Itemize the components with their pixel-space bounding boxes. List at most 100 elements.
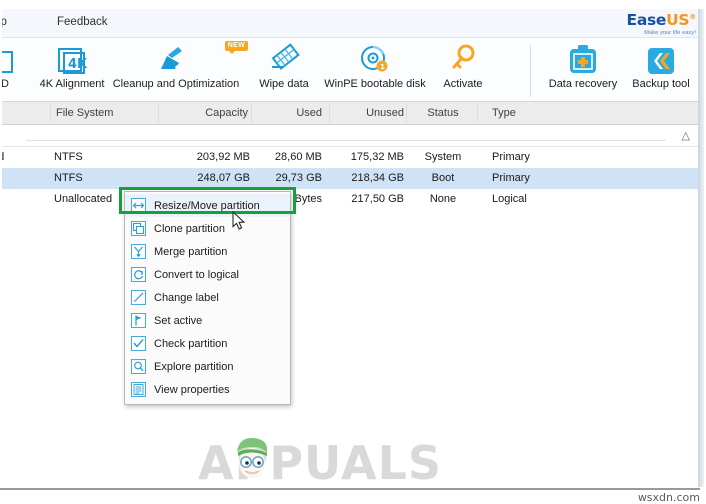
- partition-table: File System Capacity Used Unused Status …: [0, 102, 702, 496]
- ribbon-toolbar: D 4K 4K Alignment NEW Cleanup and Optimi…: [0, 38, 702, 102]
- column-header-type[interactable]: Type: [492, 107, 516, 119]
- cell-type: Primary: [492, 172, 530, 184]
- cell-status: System: [424, 151, 462, 163]
- toolbar-item-winpe-bootable-disk[interactable]: 1 WinPE bootable disk: [320, 42, 430, 100]
- menu-bar: lp Feedback EaseUS® Make your life easy!: [0, 4, 702, 38]
- context-menu-item-clone-partition[interactable]: Clone partition: [125, 217, 290, 240]
- context-menu-item-explore-partition[interactable]: Explore partition: [125, 355, 290, 378]
- window-right-edge: [698, 9, 704, 487]
- context-menu-label: Merge partition: [154, 245, 228, 258]
- toolbar-item-activate[interactable]: Activate: [432, 42, 494, 100]
- backup-arrow-icon: [622, 42, 700, 76]
- new-badge: NEW: [224, 41, 248, 54]
- cell-unused: 217,50 GB: [351, 193, 404, 205]
- logo-registered-mark: ®: [689, 12, 696, 21]
- group-divider-line: [26, 140, 666, 141]
- column-header-file-system[interactable]: File System: [56, 107, 113, 119]
- bootable-disc-icon: 1: [320, 42, 430, 76]
- table-row[interactable]: NTFS 248,07 GB 29,73 GB 218,34 GB Boot P…: [2, 168, 702, 189]
- cell-type: Logical: [492, 193, 527, 205]
- cell-capacity: 203,92 MB: [196, 151, 250, 163]
- magnifier-icon: [131, 359, 146, 374]
- column-header-used[interactable]: Used: [260, 107, 322, 119]
- partition-context-menu: Resize/Move partition Clone partition Me…: [124, 191, 291, 405]
- table-header-row: File System Capacity Used Unused Status …: [2, 102, 702, 125]
- cell-unused: 175,32 MB: [350, 151, 404, 163]
- toolbar-label-4k-alignment: 4K Alignment: [39, 78, 105, 90]
- cell-status: Boot: [431, 172, 455, 184]
- context-menu-item-check-partition[interactable]: Check partition: [125, 332, 290, 355]
- context-menu-item-change-label[interactable]: Change label: [125, 286, 290, 309]
- wipe-eraser-icon: [248, 42, 320, 76]
- toolbar-divider: [530, 45, 531, 97]
- toolbar-label-cleanup-optimization: Cleanup and Optimization: [112, 78, 240, 90]
- svg-text:1: 1: [380, 63, 385, 71]
- merge-arrow-icon: [131, 244, 146, 259]
- cell-file-system: Unallocated: [54, 193, 113, 205]
- context-menu-label: Check partition: [154, 337, 228, 350]
- toolbar-label-winpe-bootable-disk: WinPE bootable disk: [324, 78, 426, 90]
- toolbar-item-4k-alignment[interactable]: 4K 4K Alignment: [26, 42, 118, 100]
- resize-arrows-icon: [131, 198, 146, 213]
- cell-type: Primary: [492, 151, 530, 163]
- cleanup-broom-icon: NEW: [108, 41, 248, 76]
- toolbar-item-backup-tool[interactable]: Backup tool: [622, 42, 700, 100]
- context-menu-item-resize-move-partition[interactable]: Resize/Move partition: [125, 194, 290, 217]
- table-row[interactable]: Unallocated 217,50 GB 0 Bytes 217,50 GB …: [2, 189, 702, 210]
- table-row[interactable]: ed NTFS 203,92 MB 28,60 MB 175,32 MB Sys…: [0, 147, 702, 168]
- screenshot-left-margin: [0, 0, 2, 504]
- cell-unused: 218,34 GB: [351, 172, 404, 184]
- toolbar-label-wipe-data: Wipe data: [259, 78, 309, 90]
- cell-capacity: 248,07 GB: [197, 172, 250, 184]
- column-separator[interactable]: [251, 104, 252, 122]
- toolbar-label-partial: D: [1, 78, 9, 90]
- screenshot-top-margin: [0, 0, 706, 9]
- pencil-icon: [131, 290, 146, 305]
- logo-text-us: US: [666, 11, 690, 29]
- cell-used: 29,73 GB: [275, 172, 322, 184]
- toolbar-item-cleanup-optimization[interactable]: NEW Cleanup and Optimization: [108, 41, 248, 100]
- svg-text:4K: 4K: [68, 57, 88, 72]
- toolbar-item-data-recovery[interactable]: Data recovery: [542, 42, 624, 100]
- column-separator[interactable]: [158, 104, 159, 122]
- context-menu-label: Resize/Move partition: [154, 199, 260, 212]
- logo-text-ease: Ease: [626, 11, 667, 29]
- logo-tagline: Make your life easy!: [644, 29, 696, 36]
- context-menu-item-convert-to-logical[interactable]: Convert to logical: [125, 263, 290, 286]
- clone-squares-icon: [131, 221, 146, 236]
- context-menu-item-set-active[interactable]: Set active: [125, 309, 290, 332]
- context-menu-label: Explore partition: [154, 360, 234, 373]
- context-menu-label: View properties: [154, 383, 230, 396]
- flag-icon: [131, 313, 146, 328]
- context-menu-label: Convert to logical: [154, 268, 239, 281]
- column-header-status[interactable]: Status: [412, 107, 474, 119]
- window-bottom-rule: [0, 488, 700, 490]
- column-header-unused[interactable]: Unused: [336, 107, 404, 119]
- medical-kit-icon: [542, 42, 624, 76]
- column-separator[interactable]: [477, 104, 478, 122]
- column-separator[interactable]: [406, 104, 407, 122]
- convert-circular-arrow-icon: [131, 267, 146, 282]
- cell-used: 28,60 MB: [274, 151, 322, 163]
- column-separator[interactable]: [50, 104, 51, 122]
- easeus-partition-master-window: lp Feedback EaseUS® Make your life easy!…: [0, 0, 706, 504]
- chevron-up-icon[interactable]: △: [682, 131, 690, 142]
- context-menu-label: Change label: [154, 291, 219, 304]
- column-header-capacity[interactable]: Capacity: [170, 107, 248, 119]
- context-menu-item-merge-partition[interactable]: Merge partition: [125, 240, 290, 263]
- toolbar-item-partial[interactable]: D: [0, 42, 22, 100]
- document-lines-icon: [131, 382, 146, 397]
- disk-group-collapse-row: △: [2, 125, 702, 147]
- cell-status: None: [429, 193, 457, 205]
- key-icon: [432, 42, 494, 76]
- context-menu-item-view-properties[interactable]: View properties: [125, 378, 290, 401]
- menu-item-feedback[interactable]: Feedback: [57, 16, 108, 28]
- context-menu-label: Clone partition: [154, 222, 225, 235]
- checkmark-icon: [131, 336, 146, 351]
- toolbar-label-backup-tool: Backup tool: [632, 78, 690, 90]
- toolbar-label-data-recovery: Data recovery: [548, 78, 618, 90]
- toolbar-item-wipe-data[interactable]: Wipe data: [248, 42, 320, 100]
- context-menu-label: Set active: [154, 314, 203, 327]
- cell-file-system: NTFS: [54, 151, 83, 163]
- column-separator[interactable]: [329, 104, 330, 122]
